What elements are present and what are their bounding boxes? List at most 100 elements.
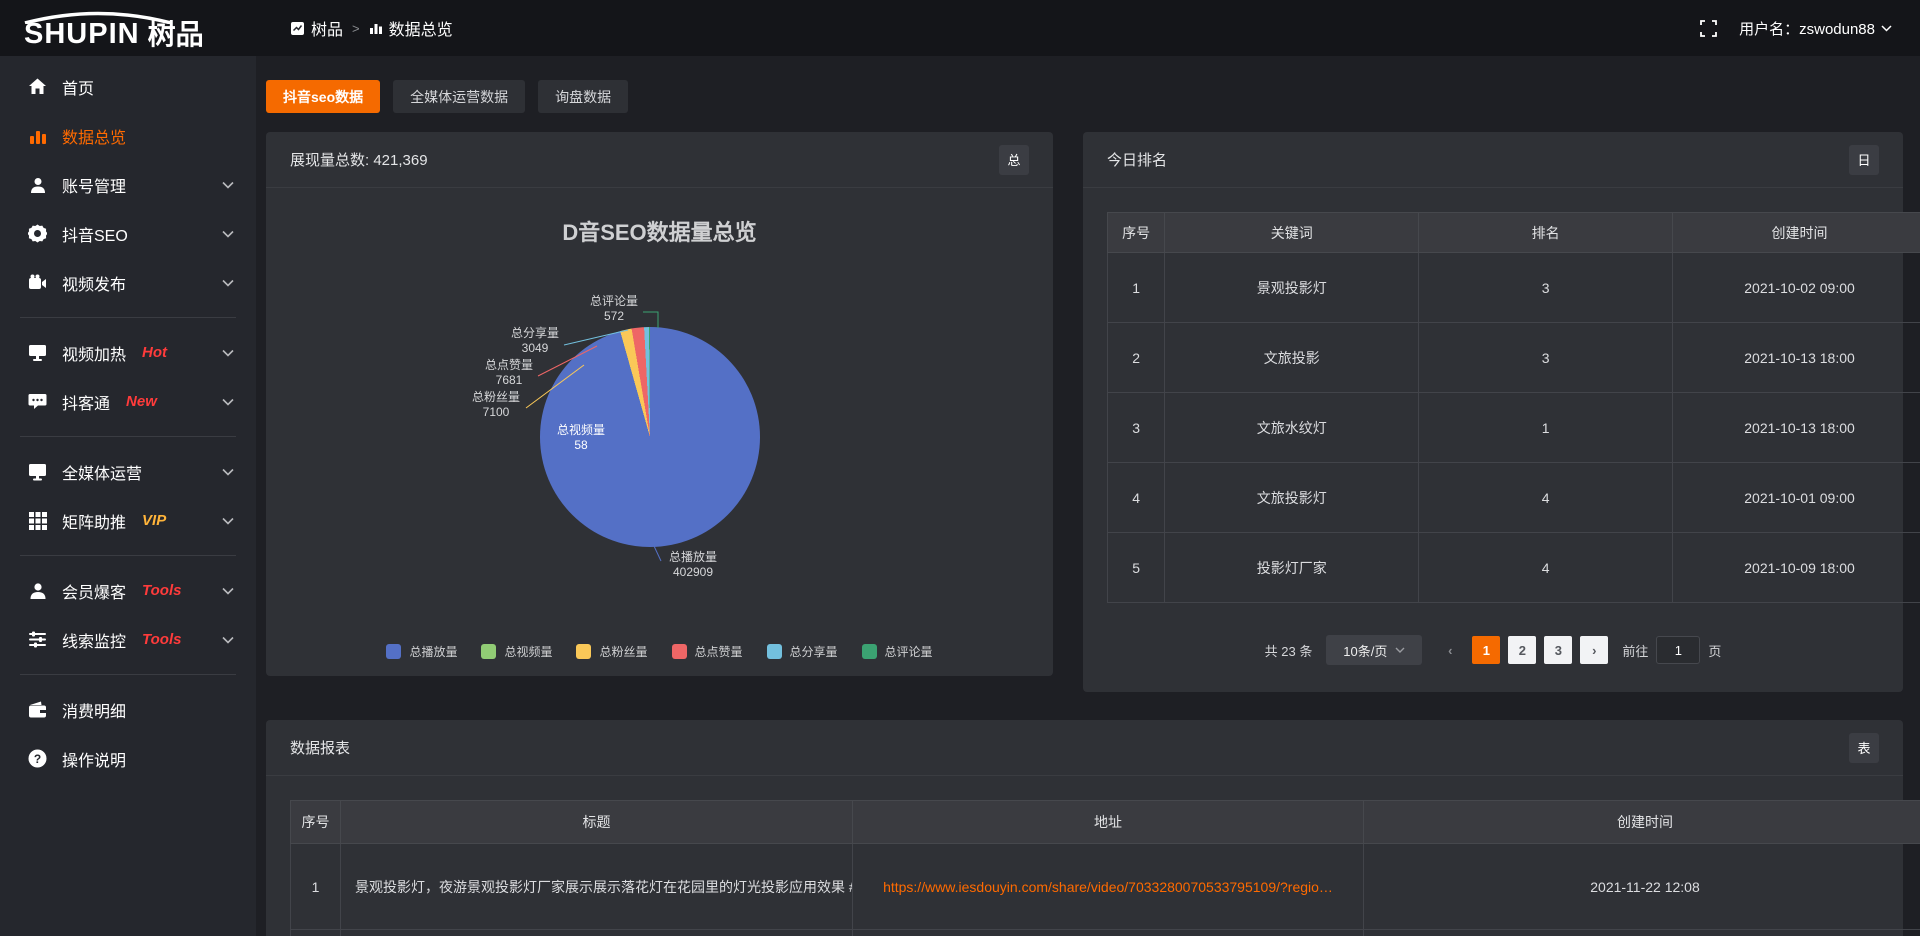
sidebar-badge: Tools [142,582,181,599]
sidebar-item-wallet[interactable]: 消费明细 [0,685,256,734]
rank-created: 2021-10-01 09:00 [1673,463,1920,533]
chevron-down-icon [222,636,234,644]
rank-keyword: 文旅水纹灯 [1165,393,1419,463]
pie-label-value: 7681 [485,373,533,388]
chat-icon [28,392,47,411]
page-size-select[interactable]: 10条/页 [1326,635,1422,665]
video-link[interactable]: https://www.iesdouyin.com/share/video/70… [883,879,1333,895]
legend-item-0[interactable]: 总播放量 [386,643,457,660]
rank-position: 3 [1419,323,1673,393]
legend-label: 总点赞量 [695,643,743,660]
sidebar: 首页数据总览账号管理抖音SEO视频发布视频加热Hot抖客通New 全媒体运营矩阵助… [0,56,256,936]
logo-text-cn: 树品 [148,21,204,49]
page-button-3[interactable]: 3 [1544,636,1572,664]
user-icon [28,175,47,194]
ranking-panel-title: 今日排名 [1107,149,1167,170]
rank-position: 1 [1419,393,1673,463]
legend-swatch [481,644,496,659]
page-button-2[interactable]: 2 [1508,636,1536,664]
prev-page-button[interactable]: ‹ [1436,636,1464,664]
sidebar-item-label: 操作说明 [62,747,126,771]
question-icon: ? [28,749,47,768]
sidebar-item-home[interactable]: 首页 [0,62,256,111]
pie-label-value: 7100 [472,405,520,420]
report-url: https://www.iesdouyin.com/share/video/70… [853,844,1364,930]
legend-item-2[interactable]: 总粉丝量 [576,643,647,660]
breadcrumb-item-shupin[interactable]: 树品 [290,16,343,40]
goto-label: 前往 [1622,641,1648,660]
goto-page-input[interactable] [1656,636,1700,664]
tab-1[interactable]: 全媒体运营数据 [393,80,525,113]
user-menu[interactable]: 用户名：zswodun88 [1739,18,1892,39]
chevron-down-icon [222,587,234,595]
legend-item-3[interactable]: 总点赞量 [672,643,743,660]
pie-label-name: 总视频量 [557,423,605,438]
sidebar-item-label: 全媒体运营 [62,460,142,484]
rank-keyword: 投影灯厂家 [1165,533,1419,603]
wallet-icon [28,700,47,719]
report-created: 2021-11-22 12:08 [1364,844,1920,930]
legend-swatch [862,644,877,659]
sliders-icon [28,630,47,649]
page-unit-label: 页 [1708,641,1721,660]
chart-legend: 总播放量 总视频量 总粉丝量 总点赞量 总分享量 总评论量 [266,643,1053,660]
report-title: 景观投影灯，夜游景观投影灯厂家展示展示落花灯在花园里的灯光投影应用效果 # [341,844,853,930]
daily-view-button[interactable]: 日 [1849,145,1879,175]
total-count-label: 共 23 条 [1265,641,1313,660]
sidebar-item-question[interactable]: ? 操作说明 [0,734,256,783]
pie-label-2: 总粉丝量7100 [472,390,520,420]
svg-text:?: ? [34,752,41,766]
rank-index: 4 [1108,463,1165,533]
pie-label-name: 总分享量 [511,326,559,341]
legend-item-4[interactable]: 总分享量 [767,643,838,660]
chart-icon [28,126,47,145]
pie-label-value: 402909 [669,565,717,580]
sidebar-item-chart[interactable]: 数据总览 [0,111,256,160]
pie-label-value: 58 [557,438,605,453]
rank-index: 1 [1108,253,1165,323]
legend-item-5[interactable]: 总评论量 [862,643,933,660]
chevron-down-icon [222,398,234,406]
sidebar-item-label: 线索监控 [62,628,126,652]
sidebar-item-gear[interactable]: 抖音SEO [0,209,256,258]
sidebar-item-grid[interactable]: 矩阵助推VIP [0,496,256,545]
sidebar-item-user[interactable]: 账号管理 [0,160,256,209]
breadcrumb-item-overview[interactable]: 数据总览 [369,16,453,40]
sidebar-item-monitor[interactable]: 视频加热Hot [0,328,256,377]
rank-created: 2021-10-13 18:00 [1673,323,1920,393]
app-logo: SHUPIN 树品 [0,8,256,49]
total-view-button[interactable]: 总 [999,145,1029,175]
tab-2[interactable]: 询盘数据 [538,80,628,113]
report-col-header: 标题 [341,801,853,844]
sidebar-item-member[interactable]: 会员爆客Tools [0,566,256,615]
table-row: 1景观投影灯32021-10-02 09:00 [1108,253,1920,323]
table-view-button[interactable]: 表 [1849,733,1879,763]
sidebar-item-chat[interactable]: 抖客通New [0,377,256,426]
rank-position: 4 [1419,463,1673,533]
legend-swatch [386,644,401,659]
legend-label: 总评论量 [885,643,933,660]
pie-label-5: 总评论量572 [590,294,638,324]
video-icon [28,273,47,292]
next-page-button[interactable]: › [1580,636,1608,664]
sidebar-divider [20,436,236,437]
sidebar-item-video[interactable]: 视频发布 [0,258,256,307]
sidebar-item-screen[interactable]: 全媒体运营 [0,447,256,496]
sidebar-item-label: 账号管理 [62,173,126,197]
sidebar-item-sliders[interactable]: 线索监控Tools [0,615,256,664]
screen-icon [28,462,47,481]
pie-label-4: 总分享量3049 [511,326,559,356]
table-row-partial [291,930,1920,936]
seo-chart-panel: 展现量总数: 421,369 总 D音SEO数据量总览 总评论量572总分享量3… [266,132,1053,676]
pie-label-value: 3049 [511,341,559,356]
page-button-1[interactable]: 1 [1472,636,1500,664]
legend-label: 总分享量 [790,643,838,660]
rank-created: 2021-10-02 09:00 [1673,253,1920,323]
fullscreen-icon[interactable] [1700,20,1717,37]
legend-item-1[interactable]: 总视频量 [481,643,552,660]
legend-swatch [576,644,591,659]
tab-0[interactable]: 抖音seo数据 [266,80,380,113]
legend-label: 总播放量 [409,643,457,660]
top-bar: SHUPIN 树品 树品 > 数据总览 用户名：zswodun88 [0,0,1920,56]
breadcrumb: 树品 > 数据总览 [290,16,453,40]
